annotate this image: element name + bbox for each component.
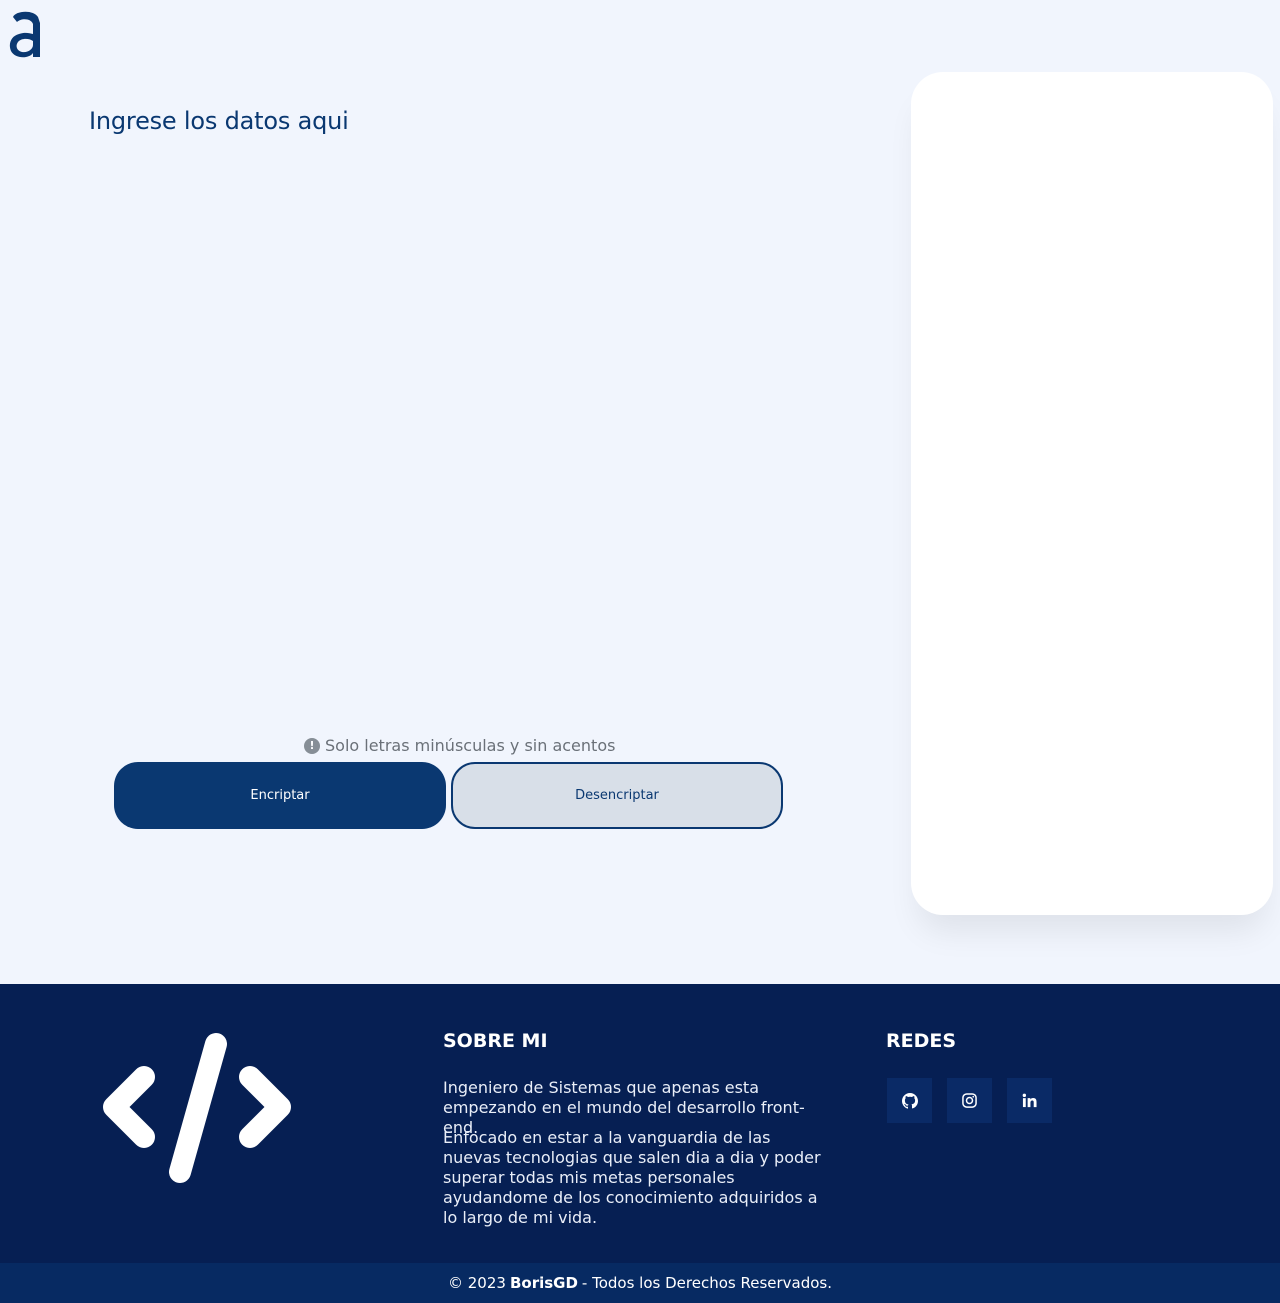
page-title: Ingrese los datos aqui [89,107,349,135]
input-hint: ! Solo letras minúsculas y sin acentos [304,736,615,755]
hint-text: Solo letras minúsculas y sin acentos [325,736,616,755]
copyright-author: BorisGD [509,1274,578,1292]
footer: SOBRE MI Ingeniero de Sistemas que apena… [0,984,1280,1263]
copyright-bar: © 2023 BorisGD - Todos los Derechos Rese… [0,1263,1280,1303]
message-input[interactable] [89,150,809,720]
instagram-icon [962,1093,977,1108]
linkedin-icon [1022,1093,1037,1108]
instagram-link[interactable] [947,1078,992,1123]
linkedin-link[interactable] [1007,1078,1052,1123]
about-paragraph-2: Enfocado en estar a la vanguardia de las… [443,1128,821,1227]
encrypt-button[interactable]: Encriptar [114,762,446,829]
about-title: SOBRE MI [443,1030,548,1052]
copyright-suffix: - Todos los Derechos Reservados. [581,1274,832,1292]
output-panel [911,72,1273,915]
github-icon [901,1092,918,1109]
social-title: REDES [886,1030,957,1052]
github-link[interactable] [887,1078,932,1123]
code-icon [103,1033,291,1183]
exclamation-icon: ! [304,737,320,754]
alura-logo [9,11,40,58]
decrypt-button[interactable]: Desencriptar [451,762,783,829]
copyright-prefix: © 2023 [448,1274,506,1292]
